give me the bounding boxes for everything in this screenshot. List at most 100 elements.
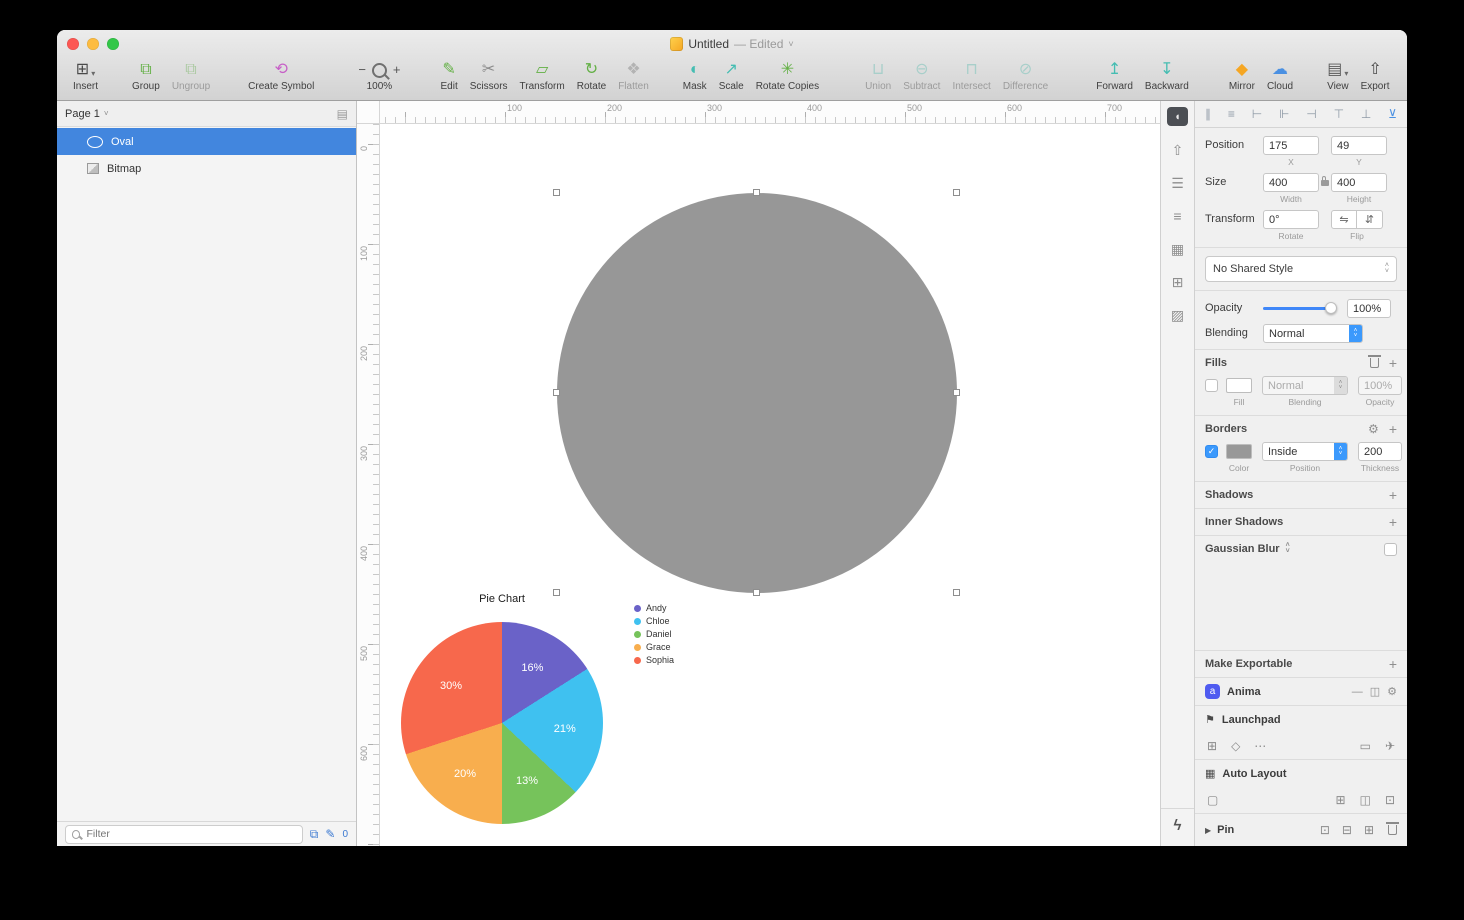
add-inner-shadow-icon[interactable]: + (1389, 514, 1397, 530)
selection-handle[interactable] (953, 189, 960, 196)
align-right-icon[interactable]: ⊣ (1306, 107, 1316, 121)
export-button[interactable]: ⇧ Export (1355, 58, 1396, 92)
border-position-dropdown[interactable]: Inside ˄ ˅ (1262, 442, 1348, 461)
pin-vertical-icon[interactable]: ⊞ (1364, 823, 1374, 837)
fill-blending-dropdown[interactable]: Normal ˄ ˅ (1262, 376, 1348, 395)
transform-button[interactable]: ▱ Transform (514, 58, 571, 92)
add-border-icon[interactable]: + (1389, 421, 1397, 437)
flip-vertical-icon[interactable]: ⇵ (1357, 210, 1383, 229)
rotate-copies-button[interactable]: ✳ Rotate Copies (750, 58, 825, 92)
border-thickness-field[interactable]: 200 (1358, 442, 1402, 461)
page-list-icon[interactable]: ▤ (337, 107, 348, 121)
gaussian-blur-checkbox[interactable] (1384, 542, 1397, 556)
columns-icon[interactable]: ◫ (1360, 793, 1371, 807)
selection-handle[interactable] (953, 589, 960, 596)
layer-row-bitmap[interactable]: Bitmap (57, 155, 356, 182)
crop-icon[interactable]: ⊞ (1172, 275, 1184, 289)
position-y-field[interactable]: 49 (1331, 136, 1387, 155)
align-middle-icon[interactable]: ⊥ (1361, 107, 1371, 121)
pin-horizontal-icon[interactable]: ⊟ (1342, 823, 1352, 837)
align-bottom-icon[interactable]: ⊻ (1388, 107, 1397, 121)
pin-padding-icon[interactable]: ⊡ (1320, 823, 1330, 837)
filter-field[interactable] (65, 824, 303, 844)
height-field[interactable]: 400 (1331, 173, 1387, 192)
monitor-icon[interactable]: ▭ (1360, 739, 1371, 753)
pencil-icon[interactable]: ✎ (325, 827, 335, 841)
layer-row-oval[interactable]: Oval (57, 128, 356, 155)
shared-style-dropdown[interactable]: No Shared Style ˄ ˅ (1205, 256, 1397, 282)
mask-button[interactable]: ◐ Mask (677, 58, 713, 92)
width-field[interactable]: 400 (1263, 173, 1319, 192)
image-icon[interactable]: ▨ (1171, 308, 1184, 322)
trash-icon[interactable] (1367, 355, 1381, 368)
breakpoints-icon[interactable]: ⊞ (1207, 739, 1217, 753)
page-header[interactable]: Page 1 ˅ ▤ (57, 101, 356, 127)
filter-input[interactable] (84, 827, 296, 841)
selection-handle[interactable] (553, 189, 560, 196)
intersect-button[interactable]: ⊓ Intersect (946, 58, 996, 92)
list-icon[interactable]: ≡ (1173, 209, 1181, 223)
fill-checkbox[interactable] (1205, 379, 1218, 392)
insert-button[interactable]: ⊞ ▾ Insert (67, 58, 104, 92)
mirror-button[interactable]: ◆ Mirror (1223, 58, 1261, 92)
selection-handle[interactable] (753, 589, 760, 596)
pie-chart-bitmap[interactable]: 16% 21% 13% 20% 30% (401, 622, 603, 824)
gear-icon[interactable]: ⚙ (1387, 685, 1397, 698)
subtract-button[interactable]: ⊖ Subtract (897, 58, 946, 92)
trash-icon[interactable] (1386, 822, 1399, 835)
align-center-horizontal-icon[interactable]: ⊩ (1279, 107, 1289, 121)
add-fill-icon[interactable]: + (1389, 355, 1397, 371)
slider-knob[interactable] (1325, 302, 1337, 314)
share-icon[interactable]: ⇧ (1172, 143, 1184, 157)
horizontal-ruler[interactable]: 100 200 300 400 500 600 700 (380, 101, 1160, 124)
rotate-field[interactable]: 0° (1263, 210, 1319, 229)
align-left-icon[interactable]: ⊢ (1252, 107, 1262, 121)
add-shadow-icon[interactable]: + (1389, 487, 1397, 503)
distribute-horizontally-icon[interactable]: ∥ (1205, 107, 1211, 121)
package-icon[interactable]: ◇ (1231, 739, 1240, 753)
selection-handle[interactable] (553, 389, 560, 396)
union-button[interactable]: ⊔ Union (859, 58, 897, 92)
align-top-icon[interactable]: ⊤ (1334, 107, 1344, 121)
selection-handle[interactable] (953, 389, 960, 396)
artboard-icon[interactable]: ▢ (1207, 793, 1218, 807)
edit-button[interactable]: ✎ Edit (435, 58, 464, 92)
fill-opacity-field[interactable]: 100% (1358, 376, 1402, 395)
opacity-field[interactable]: 100% (1347, 299, 1391, 318)
vertical-ruler[interactable]: 0 100 200 300 400 500 600 (357, 101, 380, 846)
launchpad-header[interactable]: ⚑ Launchpad (1195, 706, 1407, 733)
stepper-icon[interactable]: ˄ ˅ (1286, 542, 1290, 555)
title-chevron-down-icon[interactable]: ˅ (788, 39, 793, 49)
distribute-vertically-icon[interactable]: ≡ (1228, 107, 1235, 121)
group-button[interactable]: ⧉ Group (126, 58, 166, 92)
backward-button[interactable]: ↧ Backward (1139, 58, 1195, 92)
add-export-icon[interactable]: + (1389, 656, 1397, 672)
disclosure-triangle-icon[interactable]: ▶ (1205, 826, 1211, 835)
border-checkbox[interactable]: ✓ (1205, 445, 1218, 458)
gear-icon[interactable]: ⚙ (1368, 422, 1379, 436)
fill-color-swatch[interactable] (1226, 378, 1252, 393)
inspector-mode-toggle-icon[interactable]: ◖ (1167, 107, 1188, 126)
cloud-button[interactable]: ☁ Cloud (1261, 58, 1299, 92)
ungroup-button[interactable]: ⧉ Ungroup (166, 58, 216, 92)
scale-button[interactable]: ↗ Scale (713, 58, 750, 92)
more-dots-icon[interactable]: ⋯ (1254, 739, 1266, 753)
opacity-slider[interactable] (1263, 302, 1337, 314)
rows-icon[interactable]: ⊡ (1385, 793, 1395, 807)
difference-button[interactable]: ⊘ Difference (997, 58, 1054, 92)
rotate-button[interactable]: ↻ Rotate (571, 58, 612, 92)
selection-handle[interactable] (753, 189, 760, 196)
zoom-in-button[interactable]: + (389, 60, 405, 80)
border-color-swatch[interactable] (1226, 444, 1252, 459)
grid-icon[interactable]: ⊞ (1336, 793, 1346, 807)
zoom-out-button[interactable]: − (354, 60, 370, 80)
pin-section[interactable]: ▶ Pin ⊡ ⊟ ⊞ (1195, 814, 1407, 846)
minimize-panel-icon[interactable]: — (1352, 686, 1363, 698)
panel-icon[interactable]: ◫ (1370, 685, 1380, 698)
scissors-button[interactable]: ✂ Scissors (464, 58, 514, 92)
auto-layout-header[interactable]: ▦ Auto Layout (1195, 760, 1407, 787)
flatten-button[interactable]: ❖ Flatten (612, 58, 655, 92)
blending-dropdown[interactable]: Normal ˄ ˅ (1263, 324, 1363, 343)
rocket-icon[interactable]: ✈ (1385, 739, 1395, 753)
mask-checker-icon[interactable]: ▦ (1171, 242, 1184, 256)
